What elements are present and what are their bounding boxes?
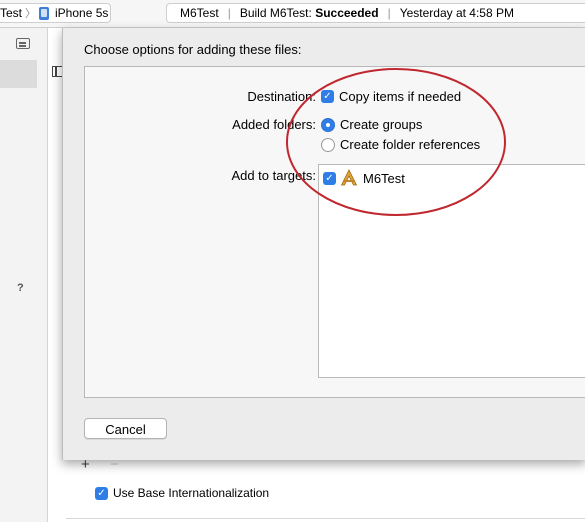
device-icon [39,6,50,20]
options-box: Destination: ✓ Copy items if needed Adde… [84,66,585,398]
radio-selected-icon [321,117,335,132]
create-folder-references-radio[interactable]: Create folder references [321,137,480,152]
copy-items-checkbox[interactable]: ✓ Copy items if needed [321,89,461,104]
navigator-strip: ? [0,28,48,522]
scheme-name: Test [0,6,23,20]
cancel-button[interactable]: Cancel [84,418,167,439]
destination-label: Destination: [247,89,316,104]
add-button[interactable]: + [81,456,90,473]
status-project: M6Test [180,6,219,20]
copy-items-label: Copy items if needed [339,89,462,104]
base-internationalization-checkbox[interactable]: ✓ Use Base Internationalization [95,486,269,500]
scheme-selector[interactable]: Test 〉 iPhone 5s [0,3,111,23]
device-name: iPhone 5s [55,6,109,20]
help-icon[interactable]: ? [17,282,24,294]
status-divider: | [227,6,231,20]
target-name: M6Test [363,170,405,186]
divider [66,518,585,519]
target-row[interactable]: ✓ M6Test [323,169,405,187]
targets-list[interactable]: ✓ M6Test [318,164,585,378]
checkmark-icon: ✓ [95,486,108,500]
create-groups-label: Create groups [340,117,423,132]
sheet-title: Choose options for adding these files: [84,42,302,57]
status-divider: | [387,6,391,20]
create-groups-radio[interactable]: Create groups [321,117,422,132]
radio-unselected-icon [321,137,335,152]
base-internationalization-label: Use Base Internationalization [113,486,270,500]
checkmark-icon[interactable]: ✓ [323,171,336,185]
chevron-right-icon: 〉 [25,8,37,20]
comment-icon[interactable] [16,38,30,49]
create-folder-references-label: Create folder references [340,137,481,152]
status-build-prefix: Build M6Test: [239,6,312,20]
status-time: Yesterday at 4:58 PM [399,6,514,20]
app-target-icon [340,169,358,186]
add-to-targets-label: Add to targets: [231,168,316,183]
navigator-selected-row[interactable] [0,60,37,88]
add-files-sheet: Choose options for adding these files: D… [62,28,585,460]
status-build-result: Succeeded [315,6,379,20]
added-folders-label: Added folders: [232,117,316,132]
toolbar: Test 〉 iPhone 5s M6Test | Build M6Test: … [0,0,585,28]
activity-status-bar: M6Test | Build M6Test: Succeeded | Yeste… [166,3,585,23]
remove-button[interactable]: − [110,456,119,473]
checkmark-icon: ✓ [321,90,334,103]
